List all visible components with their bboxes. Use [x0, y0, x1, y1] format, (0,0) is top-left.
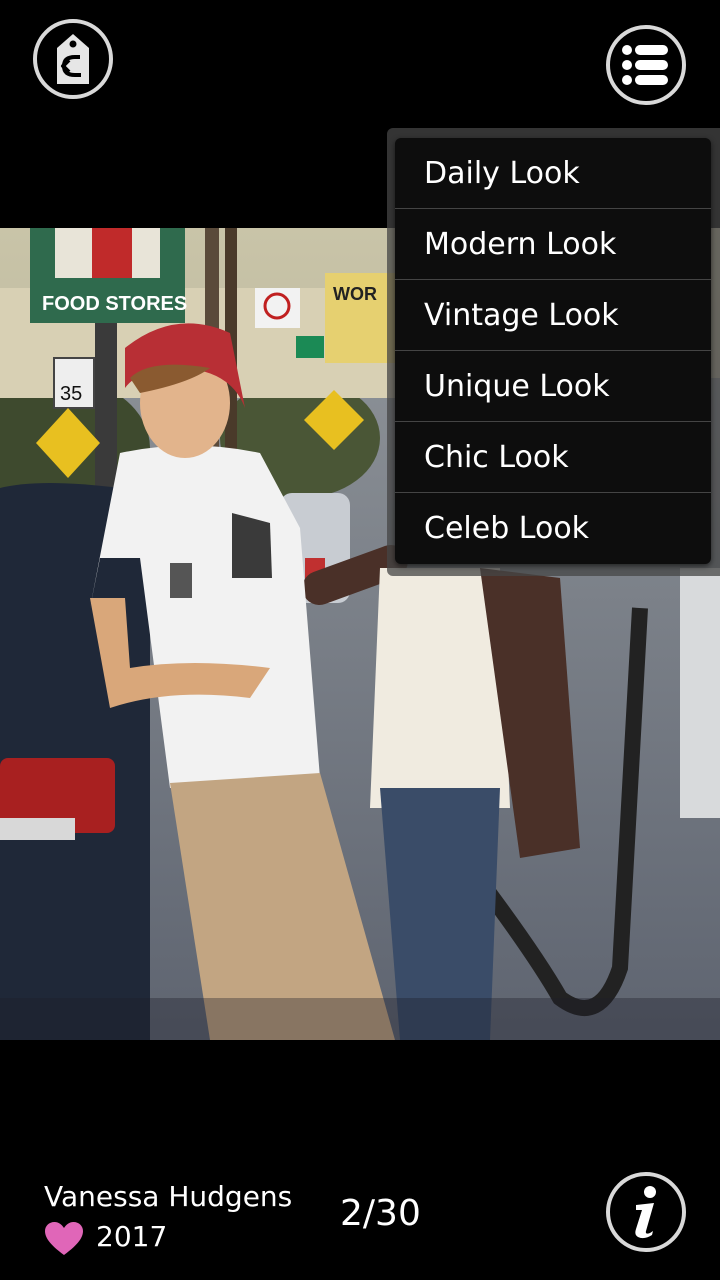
year-label: 2017 — [96, 1220, 168, 1253]
menu-item-daily-look[interactable]: Daily Look — [395, 138, 711, 209]
menu-item-celeb-look[interactable]: Celeb Look — [395, 493, 711, 564]
heart-icon[interactable] — [45, 1222, 83, 1256]
back-tag-icon — [57, 34, 89, 84]
menu-item-unique-look[interactable]: Unique Look — [395, 351, 711, 422]
menu-item-modern-look[interactable]: Modern Look — [395, 209, 711, 280]
work-sign-text: WOR — [333, 284, 377, 304]
menu-item-vintage-look[interactable]: Vintage Look — [395, 280, 711, 351]
info-icon — [635, 1186, 656, 1239]
menu-item-chic-look[interactable]: Chic Look — [395, 422, 711, 493]
look-menu: Daily Look Modern Look Vintage Look Uniq… — [395, 138, 711, 564]
store-sign-text: FOOD STORES — [42, 293, 187, 315]
speed-sign-text: 35 — [60, 383, 82, 405]
celebrity-name: Vanessa Hudgens — [44, 1180, 293, 1213]
back-button[interactable] — [33, 19, 113, 99]
photo-counter: 2/30 — [340, 1193, 421, 1234]
menu-button[interactable] — [606, 25, 686, 105]
list-menu-icon — [622, 45, 668, 85]
info-button[interactable] — [606, 1172, 686, 1252]
